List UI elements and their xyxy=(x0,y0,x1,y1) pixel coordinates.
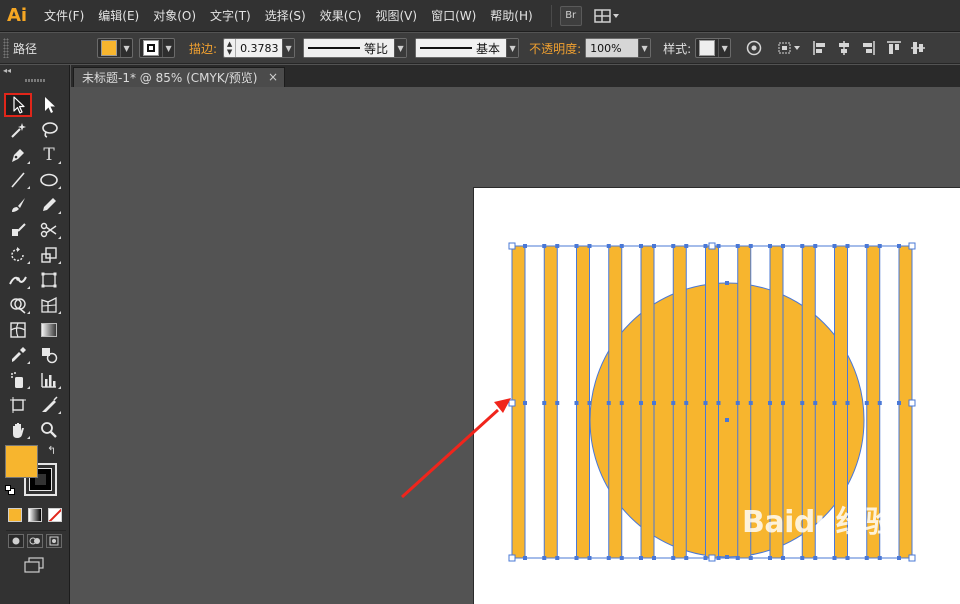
anchor-point xyxy=(781,401,785,405)
bounding-box-handle xyxy=(508,554,516,562)
anchor-point xyxy=(748,401,753,405)
watermark-logo: Baidu经验 xyxy=(742,505,895,540)
anchor-point xyxy=(619,401,624,405)
bounding-box-handle xyxy=(708,242,716,250)
anchor-point xyxy=(606,401,611,405)
anchor-point xyxy=(877,401,882,405)
anchor-point xyxy=(845,401,850,405)
arrow-shaft xyxy=(400,408,500,499)
anchor-point xyxy=(652,401,656,405)
anchor-point xyxy=(671,401,676,405)
anchor-point xyxy=(587,401,592,405)
bounding-box-handle xyxy=(508,242,516,250)
center-point xyxy=(725,418,729,422)
anchor-point xyxy=(523,401,527,405)
anchor-point xyxy=(703,401,708,405)
anchor-point xyxy=(542,401,547,405)
watermark-url: jingyan.baidu.com xyxy=(740,565,879,583)
anchor-point xyxy=(897,401,901,405)
annotation-arrow xyxy=(400,398,511,499)
app-window: Ai 文件(F) 编辑(E) 对象(O) 文字(T) 选择(S) 效果(C) 视… xyxy=(0,0,960,604)
bounding-box-handle xyxy=(908,399,916,407)
bounding-box-handle xyxy=(708,554,716,562)
anchor-point xyxy=(639,401,643,405)
bounding-box-handle xyxy=(908,554,916,562)
anchor-point xyxy=(725,281,729,285)
anchor-point xyxy=(716,401,721,405)
bounding-box-handle xyxy=(508,399,516,407)
anchor-point xyxy=(768,401,772,405)
anchor-point xyxy=(832,401,837,405)
anchor-point xyxy=(864,401,869,405)
anchor-point xyxy=(684,401,689,405)
anchor-point xyxy=(735,401,740,405)
bounding-box-handle xyxy=(908,242,916,250)
anchor-point xyxy=(800,401,805,405)
anchor-point xyxy=(574,401,579,405)
anchor-point xyxy=(555,401,560,405)
anchor-point xyxy=(813,401,818,405)
